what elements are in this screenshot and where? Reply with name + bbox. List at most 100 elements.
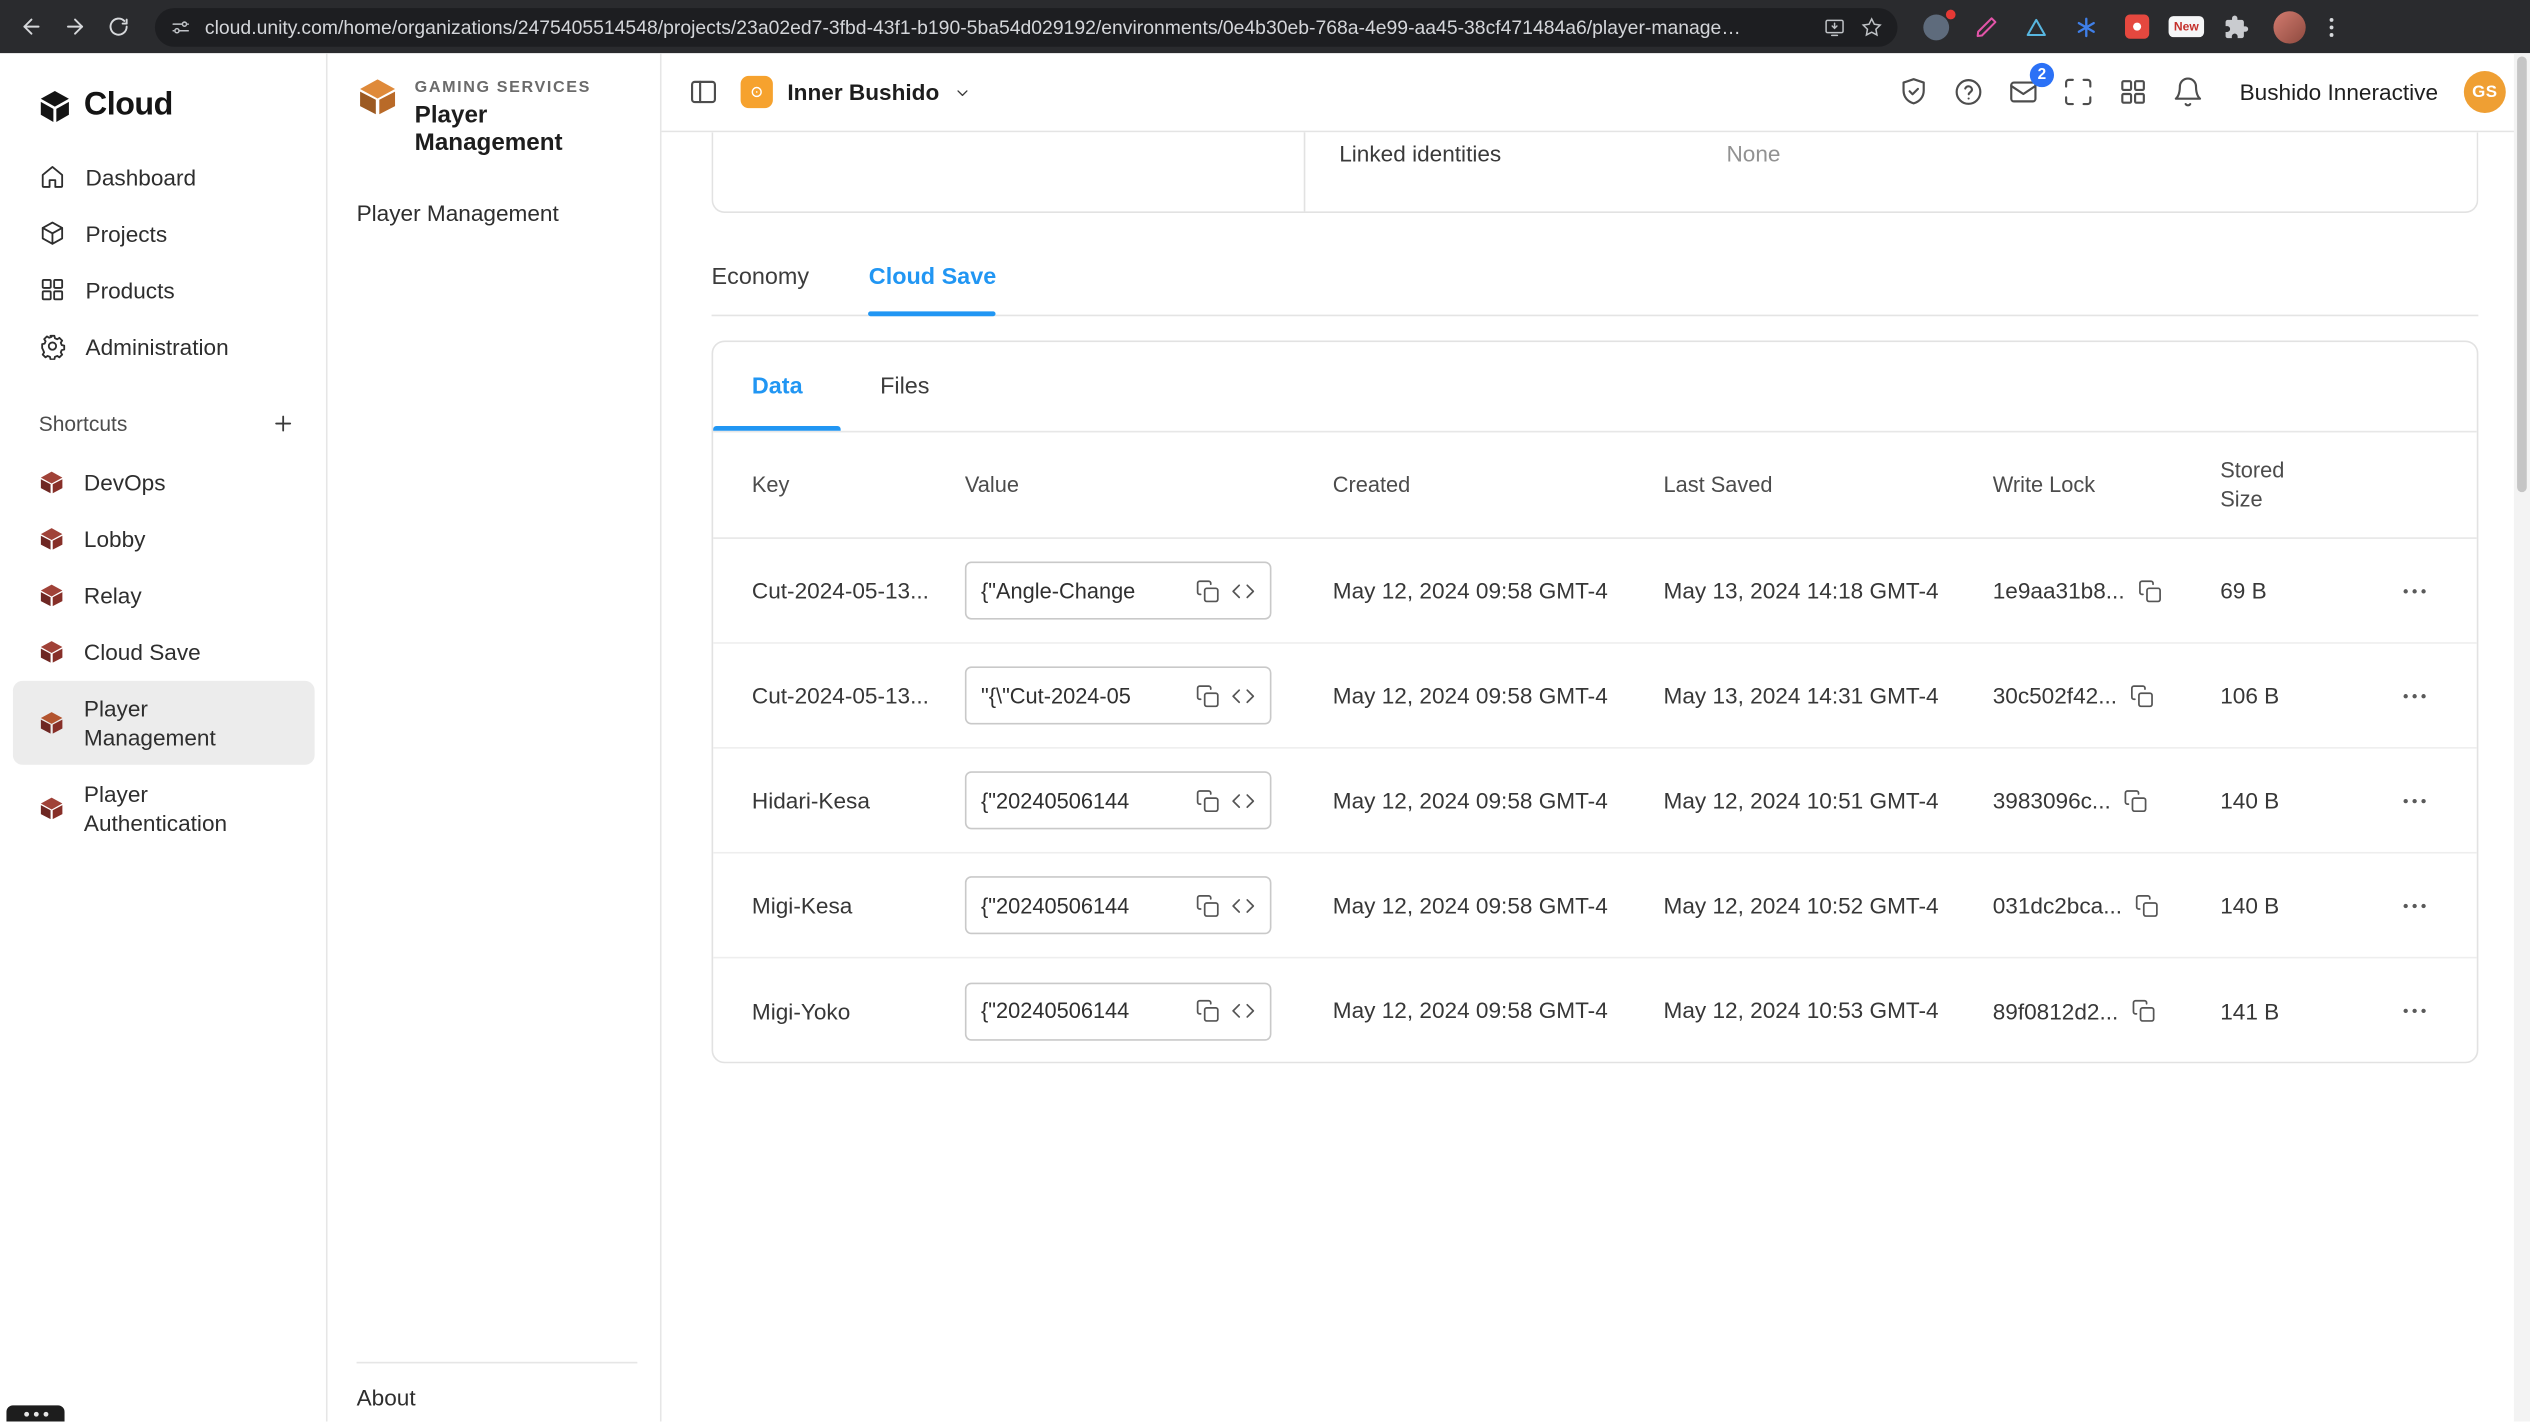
value-box[interactable]: "{\"Cut-2024-05: [964, 666, 1272, 725]
cell-created: May 12, 2024 09:58 GMT-4: [1332, 997, 1608, 1023]
add-shortcut-icon[interactable]: [268, 408, 297, 437]
sidebar-item-administration[interactable]: Administration: [0, 318, 326, 374]
row-actions-icon[interactable]: [2390, 881, 2438, 929]
tab-cloud-save[interactable]: Cloud Save: [868, 265, 996, 317]
value-text: {"20240506144: [981, 893, 1130, 918]
sidebar-item-devops[interactable]: DevOps: [13, 455, 315, 510]
feedback-widget[interactable]: [6, 1405, 65, 1422]
value-box[interactable]: {"Angle-Change: [964, 561, 1272, 620]
tab-files[interactable]: Files: [841, 342, 968, 431]
site-settings-icon[interactable]: [169, 15, 192, 38]
notifications-bell-icon[interactable]: [2164, 68, 2212, 116]
scrollbar-thumb[interactable]: [2517, 56, 2527, 493]
copy-icon[interactable]: [1196, 893, 1220, 917]
extension-new-icon[interactable]: New: [2168, 10, 2205, 42]
sidebar-item-player-management[interactable]: Player Management: [12, 680, 315, 765]
copy-icon[interactable]: [1196, 578, 1220, 602]
tab-economy[interactable]: Economy: [712, 265, 810, 315]
cell-write-lock: 031dc2bca...: [1993, 892, 2221, 918]
screen: cloud.unity.com/home/organizations/24754…: [0, 0, 2530, 1422]
about-link[interactable]: About: [357, 1384, 416, 1410]
gear-icon: [41, 334, 66, 360]
bookmark-star-icon[interactable]: [1860, 15, 1883, 38]
row-actions-icon[interactable]: [2390, 776, 2438, 824]
package-cube-icon: [40, 712, 63, 734]
table-row: Migi-Kesa {"20240506144 May 12, 2024 09:…: [713, 854, 2477, 959]
forward-icon[interactable]: [55, 6, 95, 46]
install-app-icon[interactable]: [1823, 15, 1846, 38]
fullscreen-icon[interactable]: [2054, 68, 2102, 116]
extension-triangle-icon[interactable]: [2020, 10, 2052, 42]
value-text: {"Angle-Change: [981, 578, 1136, 603]
cell-created: May 12, 2024 09:58 GMT-4: [1332, 786, 1608, 813]
copy-icon[interactable]: [2135, 893, 2159, 917]
value-box[interactable]: {"20240506144: [964, 981, 1272, 1040]
collapse-panel-icon[interactable]: [679, 68, 727, 116]
row-actions-icon[interactable]: [2390, 671, 2438, 719]
extension-pencil-icon[interactable]: [1970, 10, 2002, 42]
copy-icon[interactable]: [2124, 788, 2148, 812]
browser-menu-icon[interactable]: [2315, 10, 2347, 42]
project-switcher[interactable]: Inner Bushido: [740, 75, 972, 109]
section-tabs: Economy Cloud Save: [711, 265, 2479, 317]
cell-value: {"20240506144: [964, 981, 1333, 1040]
sidebar-item-dashboard[interactable]: Dashboard: [0, 148, 326, 204]
row-actions-icon[interactable]: [2390, 987, 2438, 1035]
col-write-lock: Write Lock: [1992, 472, 2096, 497]
copy-icon[interactable]: [1196, 999, 1220, 1023]
copy-icon[interactable]: [2131, 999, 2155, 1023]
sidebar-item-player-authentication[interactable]: Player Authentication: [13, 766, 315, 850]
sidebar-item-projects[interactable]: Projects: [0, 205, 326, 261]
code-view-icon[interactable]: [1231, 578, 1255, 602]
header-actions: 2 Bushido Inneractive GS: [1889, 62, 2506, 116]
shortcuts-label: Shortcuts: [38, 410, 128, 435]
row-actions-icon[interactable]: [2390, 566, 2438, 614]
inbox-icon[interactable]: 2: [1999, 62, 2055, 116]
reload-icon[interactable]: [98, 6, 138, 46]
tab-data[interactable]: Data: [713, 342, 843, 431]
service-nav-player-management[interactable]: Player Management: [357, 200, 559, 226]
cell-key: Hidari-Kesa: [751, 787, 870, 814]
cell-key: Cut-2024-05-13...: [751, 577, 929, 604]
cell-last-saved: May 13, 2024 14:18 GMT-4: [1663, 577, 1939, 604]
browser-profile-avatar[interactable]: [2273, 10, 2306, 43]
copy-icon[interactable]: [1196, 683, 1220, 707]
address-bar[interactable]: cloud.unity.com/home/organizations/24754…: [154, 7, 1898, 46]
code-view-icon[interactable]: [1231, 683, 1255, 707]
linked-identities-value: None: [1726, 140, 1781, 167]
value-box[interactable]: {"20240506144: [964, 876, 1272, 935]
browser-toolbar: cloud.unity.com/home/organizations/24754…: [0, 0, 2530, 54]
code-view-icon[interactable]: [1231, 788, 1255, 812]
shortcuts-header: Shortcuts: [0, 374, 326, 453]
copy-icon[interactable]: [2138, 578, 2162, 602]
cell-last-saved: May 12, 2024 10:52 GMT-4: [1663, 891, 1939, 918]
extensions-puzzle-icon[interactable]: [2220, 10, 2252, 42]
extension-asterisk-icon[interactable]: [2070, 10, 2102, 42]
code-view-icon[interactable]: [1231, 893, 1255, 917]
cell-value: "{\"Cut-2024-05: [964, 666, 1333, 725]
cell-last-saved: May 12, 2024 10:53 GMT-4: [1663, 997, 1939, 1023]
sidebar-item-relay[interactable]: Relay: [13, 568, 315, 623]
value-box[interactable]: {"20240506144: [964, 771, 1272, 830]
copy-icon[interactable]: [2130, 683, 2154, 707]
privacy-shield-icon[interactable]: [1889, 68, 1937, 116]
help-icon[interactable]: [1944, 68, 1992, 116]
cell-created: May 12, 2024 09:58 GMT-4: [1332, 576, 1608, 603]
user-avatar[interactable]: GS: [2463, 70, 2506, 113]
service-eyebrow: GAMING SERVICES: [414, 79, 592, 97]
sidebar-item-cloud-save[interactable]: Cloud Save: [13, 624, 315, 679]
page-scrollbar[interactable]: [2513, 53, 2530, 1422]
project-name: Inner Bushido: [787, 79, 940, 105]
code-view-icon[interactable]: [1231, 999, 1255, 1023]
write-lock-text: 031dc2bca...: [1992, 892, 2123, 919]
extension-badge: [1944, 7, 1958, 21]
extension-red-icon[interactable]: [2120, 10, 2152, 42]
service-panel: GAMING SERVICES Player Management Player…: [327, 53, 662, 1422]
cell-stored-size: 69 B: [2220, 577, 2267, 604]
apps-grid-icon[interactable]: [2109, 68, 2157, 116]
back-icon[interactable]: [11, 6, 51, 46]
sidebar-item-products[interactable]: Products: [0, 261, 326, 317]
extension-profile-icon[interactable]: [1920, 7, 1958, 42]
copy-icon[interactable]: [1196, 788, 1220, 812]
sidebar-item-lobby[interactable]: Lobby: [13, 511, 315, 566]
